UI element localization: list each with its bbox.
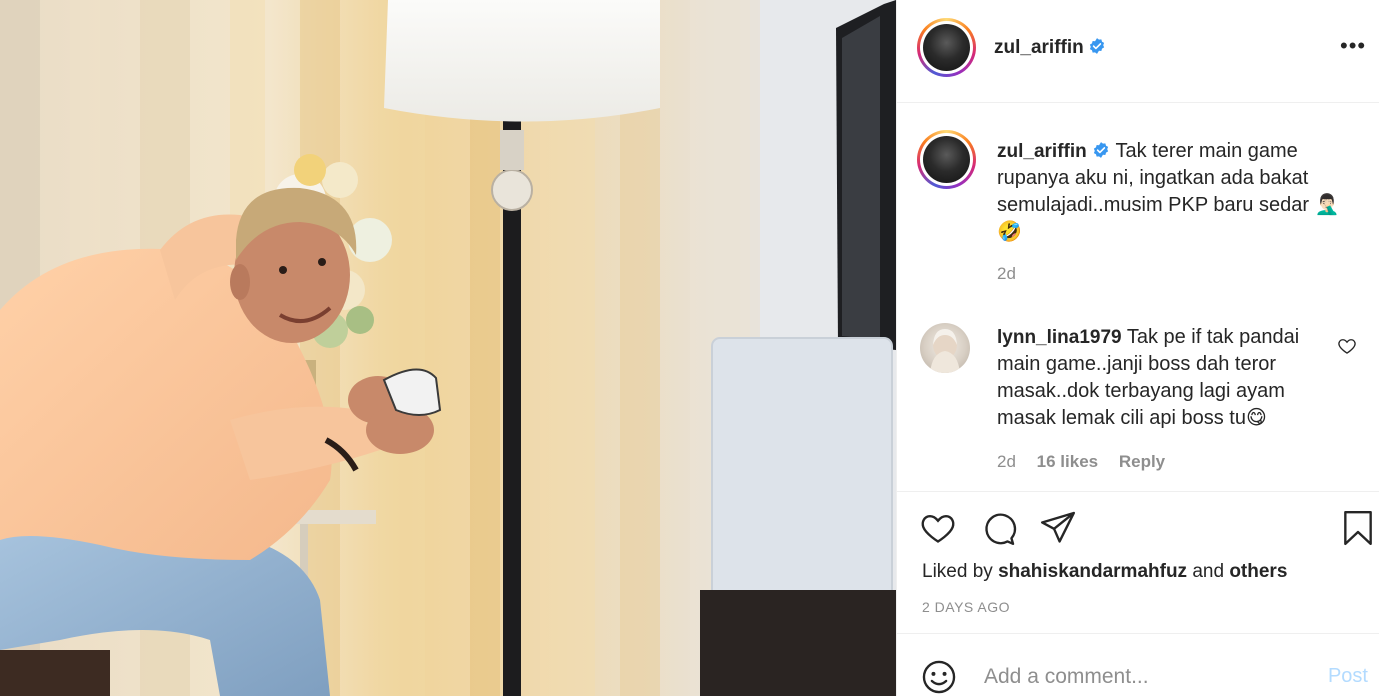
- comment-likes[interactable]: 16 likes: [1037, 452, 1098, 471]
- caption-avatar[interactable]: [917, 130, 976, 189]
- comment-time[interactable]: 2d: [997, 452, 1016, 471]
- comment-like-heart-icon[interactable]: [1337, 336, 1357, 356]
- verified-badge-icon: [1090, 38, 1105, 54]
- emoji-icon[interactable]: [920, 658, 958, 696]
- caption: zul_ariffin Tak terer main game rupanya …: [997, 138, 1357, 287]
- post-date[interactable]: 2 DAYS AGO: [922, 599, 1010, 615]
- caption-username[interactable]: zul_ariffin: [997, 141, 1087, 162]
- comment-icon[interactable]: [979, 509, 1017, 547]
- photo-illustration: [0, 0, 896, 696]
- liked-by-prefix: Liked by: [922, 561, 993, 582]
- share-icon[interactable]: [1039, 509, 1077, 547]
- author-avatar[interactable]: [917, 18, 976, 77]
- post-header: zul_ariffin •••: [897, 0, 1379, 103]
- comment-reply-button[interactable]: Reply: [1119, 452, 1165, 471]
- add-comment-bar: Post: [897, 633, 1379, 696]
- comment-meta: 2d 16 likes Reply: [997, 452, 1181, 472]
- heart-icon[interactable]: [919, 509, 957, 547]
- author-name-row: zul_ariffin: [994, 37, 1106, 59]
- post-side-panel: zul_ariffin ••• zul_ariffin Tak terer ma…: [896, 0, 1379, 696]
- post-photo[interactable]: [0, 0, 896, 696]
- verified-badge-icon: [1094, 142, 1109, 158]
- liked-by-and: and: [1192, 561, 1225, 582]
- action-bar: Liked by shahiskandarmahfuz and others 2…: [897, 491, 1379, 637]
- bookmark-icon[interactable]: [1339, 509, 1377, 547]
- liked-by-user[interactable]: shahiskandarmahfuz: [998, 561, 1187, 582]
- caption-time[interactable]: 2d: [997, 260, 1357, 287]
- comment: lynn_lina1979 Tak pe if tak pandai main …: [997, 324, 1327, 432]
- post-comment-button[interactable]: Post: [1328, 665, 1368, 688]
- more-options-icon[interactable]: •••: [1340, 35, 1366, 62]
- liked-by-others[interactable]: others: [1229, 561, 1287, 582]
- author-username[interactable]: zul_ariffin: [994, 37, 1084, 58]
- comment-username[interactable]: lynn_lina1979: [997, 327, 1122, 348]
- comment-input[interactable]: [982, 662, 1286, 692]
- liked-by-line: Liked by shahiskandarmahfuz and others: [922, 561, 1287, 583]
- commenter-avatar[interactable]: [920, 323, 970, 373]
